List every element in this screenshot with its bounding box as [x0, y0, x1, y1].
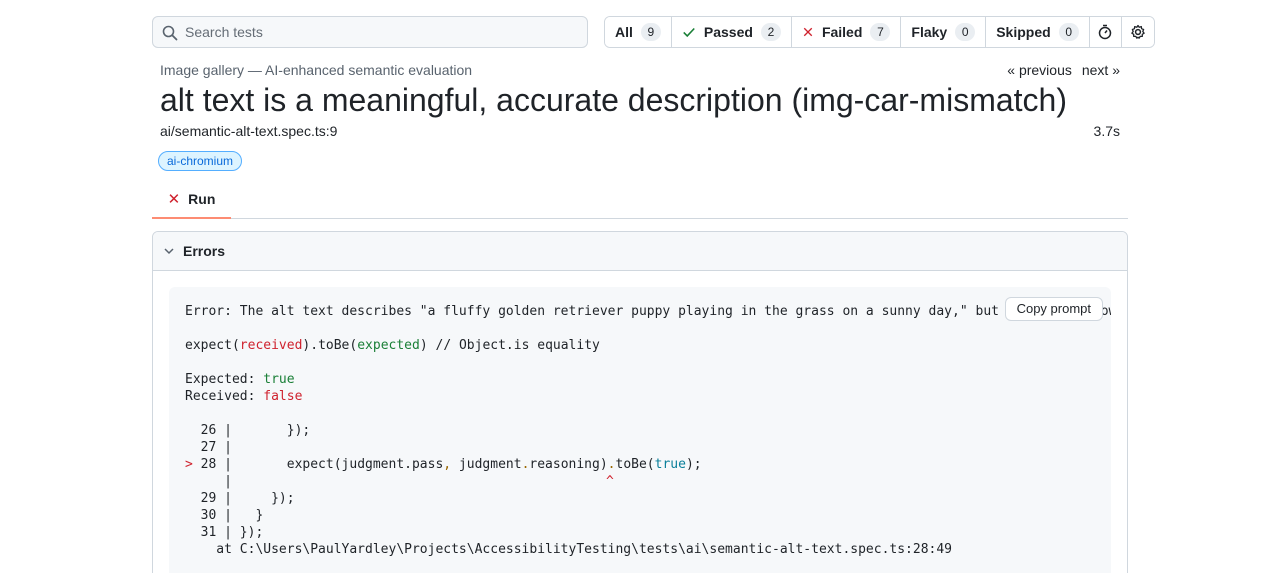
chevron-down-icon: [164, 248, 174, 255]
errors-header[interactable]: Errors: [153, 232, 1127, 271]
filter-all[interactable]: All 9: [605, 17, 672, 47]
received-line: Received: false: [185, 388, 302, 405]
stopwatch-icon: [1098, 24, 1112, 40]
filter-passed[interactable]: Passed 2: [671, 17, 792, 47]
run-tabs: ✕ Run: [152, 180, 1128, 219]
filter-failed[interactable]: Failed 7: [791, 17, 902, 47]
code-line-31: 31 | });: [185, 524, 264, 541]
code-line-27: 27 |: [185, 439, 232, 456]
code-text: ) // Object.is equality: [419, 338, 600, 353]
code-text: ).toBe(: [302, 338, 358, 353]
code-text: 29 | });: [185, 491, 295, 506]
filter-flaky[interactable]: Flaky 0: [901, 17, 987, 47]
next-link[interactable]: next »: [1082, 62, 1120, 78]
test-file-location: ai/semantic-alt-text.spec.ts:9: [160, 123, 338, 139]
filter-label: Flaky: [911, 24, 948, 40]
filter-count: 7: [870, 23, 891, 41]
code-line-29: 29 | });: [185, 490, 295, 507]
expected-label: Expected:: [185, 372, 264, 387]
code-text: expect(: [185, 338, 240, 353]
filter-label: Passed: [703, 24, 753, 40]
stack-location: at C:\Users\PaulYardley\Projects\Accessi…: [185, 542, 953, 557]
filter-count: 9: [640, 23, 661, 41]
code-punct: ,: [443, 457, 452, 472]
previous-link[interactable]: « previous: [1007, 62, 1072, 78]
search-box[interactable]: [152, 16, 588, 48]
received-label: Received:: [185, 389, 264, 404]
timer-button[interactable]: [1089, 17, 1122, 47]
caret-line: |: [185, 473, 232, 490]
gear-icon: [1130, 24, 1145, 39]
expected-token: expected: [357, 338, 420, 353]
x-icon: ✕: [167, 190, 181, 208]
filter-count: 0: [1058, 23, 1079, 41]
received-token: received: [239, 338, 303, 353]
code-text: 28 | expect(judgment.pass: [192, 457, 444, 472]
pager: « previous next »: [1007, 62, 1120, 78]
error-details: Error: The alt text describes "a fluffy …: [169, 287, 1111, 573]
error-caret: ^: [606, 474, 614, 489]
code-text: 31 | });: [185, 525, 264, 540]
code-text: 27 |: [185, 440, 232, 455]
error-message: Error: The alt text describes "a fluffy …: [185, 304, 1111, 319]
filter-count: 0: [955, 23, 976, 41]
x-icon: [803, 27, 813, 37]
search-icon: [162, 25, 178, 41]
code-text: 30 | }: [185, 508, 264, 523]
test-title: alt text is a meaningful, accurate descr…: [160, 82, 1067, 118]
filter-skipped[interactable]: Skipped 0: [986, 17, 1090, 47]
copy-prompt-button[interactable]: Copy prompt: [1004, 297, 1103, 321]
filter-label: Failed: [821, 24, 863, 40]
code-line-26: 26 | });: [185, 422, 311, 439]
received-value: false: [263, 389, 303, 404]
project-tag[interactable]: ai-chromium: [158, 151, 243, 171]
code-text: );: [685, 457, 702, 472]
expected-line: Expected: true: [185, 371, 295, 388]
filter-label: Skipped: [996, 24, 1051, 40]
expect-line: expect(received).toBe(expected) // Objec…: [185, 337, 600, 354]
code-punct: .: [607, 457, 616, 472]
code-text: |: [185, 474, 232, 489]
expected-value: true: [263, 372, 295, 387]
code-keyword: true: [654, 457, 686, 472]
tab-run[interactable]: ✕ Run: [152, 180, 231, 219]
errors-heading: Errors: [183, 243, 226, 259]
code-line-28: > 28 | expect(judgment.pass, judgment.re…: [185, 456, 702, 473]
search-input[interactable]: [185, 17, 581, 47]
filter-label: All: [615, 24, 633, 40]
settings-button[interactable]: [1121, 17, 1154, 47]
report-page: All 9 Passed 2 Failed 7 Flaky 0 Skipped …: [152, 0, 1155, 573]
code-text: 26 | });: [185, 423, 311, 438]
error-marker: >: [185, 457, 193, 472]
tab-label: Run: [188, 190, 216, 207]
status-filters: All 9 Passed 2 Failed 7 Flaky 0 Skipped …: [604, 16, 1155, 48]
code-text: reasoning): [529, 457, 608, 472]
errors-panel: Errors Error: The alt text describes "a …: [152, 231, 1128, 573]
test-duration: 3.7s: [1093, 123, 1120, 139]
filter-count: 2: [760, 23, 781, 41]
code-text: toBe(: [615, 457, 655, 472]
code-line-30: 30 | }: [185, 507, 264, 524]
check-icon: [683, 27, 695, 38]
breadcrumb: Image gallery — AI-enhanced semantic eva…: [160, 62, 473, 78]
code-text: judgment: [451, 457, 522, 472]
